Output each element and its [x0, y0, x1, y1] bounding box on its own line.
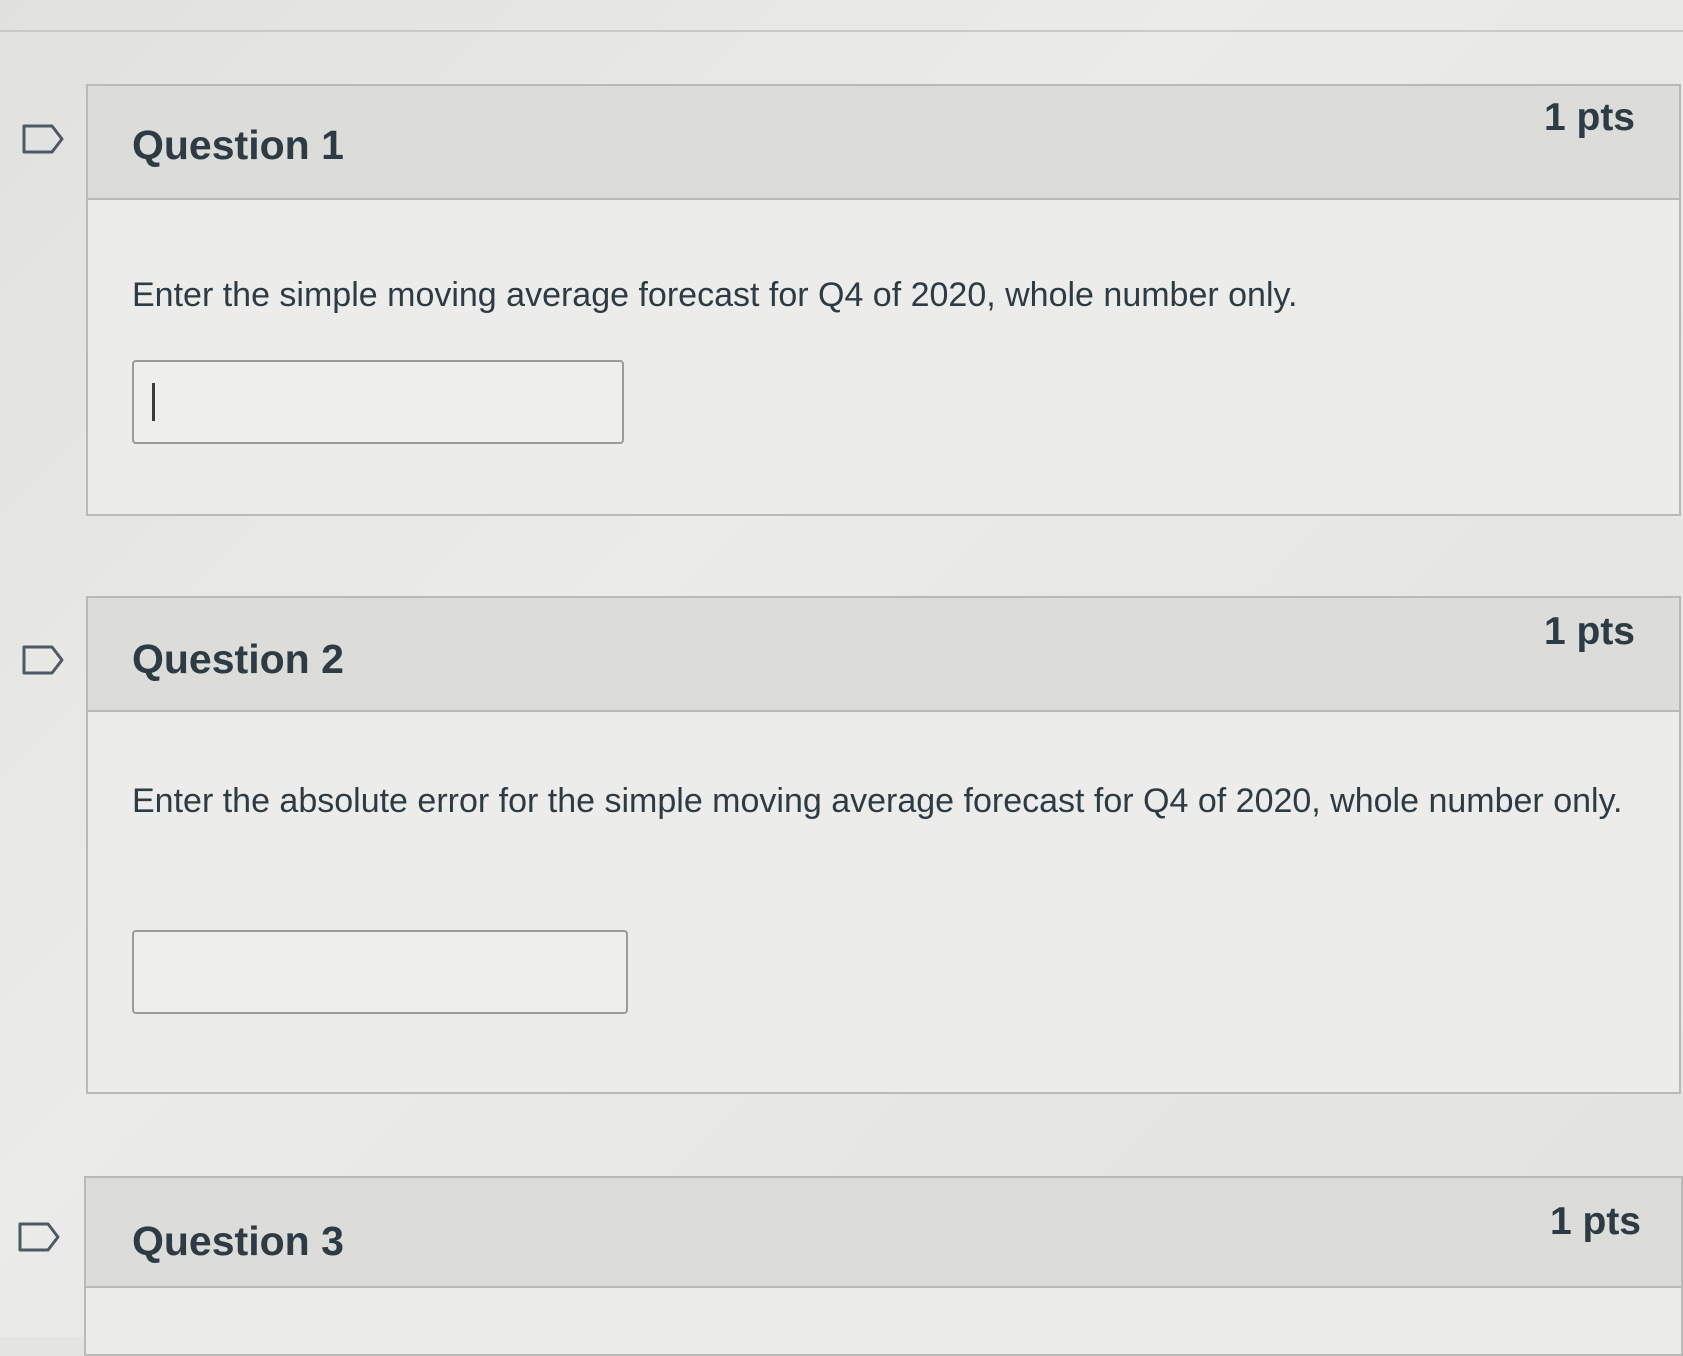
question-body: Enter the absolute error for the simple … [88, 712, 1679, 1092]
question-body: Enter the simple moving average forecast… [88, 200, 1679, 514]
flag-question-icon[interactable] [22, 645, 64, 675]
question-points: 1 pts [1543, 96, 1635, 139]
quiz-page: Question 1 1 pts Enter the simple moving… [0, 0, 1683, 1356]
flag-question-icon[interactable] [18, 1222, 60, 1252]
top-divider [0, 30, 1683, 32]
text-cursor [152, 383, 155, 421]
answer-input[interactable] [132, 930, 628, 1014]
flag-question-icon[interactable] [22, 124, 64, 154]
question-title: Question 2 [132, 636, 344, 682]
question-header: Question 1 1 pts [88, 86, 1679, 200]
question-text: Enter the absolute error for the simple … [132, 782, 1623, 820]
question-title: Question 1 [132, 122, 344, 168]
question-header: Question 3 1 pts [86, 1178, 1681, 1288]
question-header: Question 2 1 pts [88, 598, 1679, 712]
question-text: Enter the simple moving average forecast… [132, 276, 1298, 314]
question-3: Question 3 1 pts [84, 1176, 1683, 1356]
question-title: Question 3 [132, 1218, 344, 1264]
answer-input[interactable] [132, 360, 624, 444]
question-points: 1 pts [1549, 1200, 1641, 1243]
question-points: 1 pts [1543, 610, 1635, 653]
question-1: Question 1 1 pts Enter the simple moving… [86, 84, 1681, 516]
question-2: Question 2 1 pts Enter the absolute erro… [86, 596, 1681, 1094]
